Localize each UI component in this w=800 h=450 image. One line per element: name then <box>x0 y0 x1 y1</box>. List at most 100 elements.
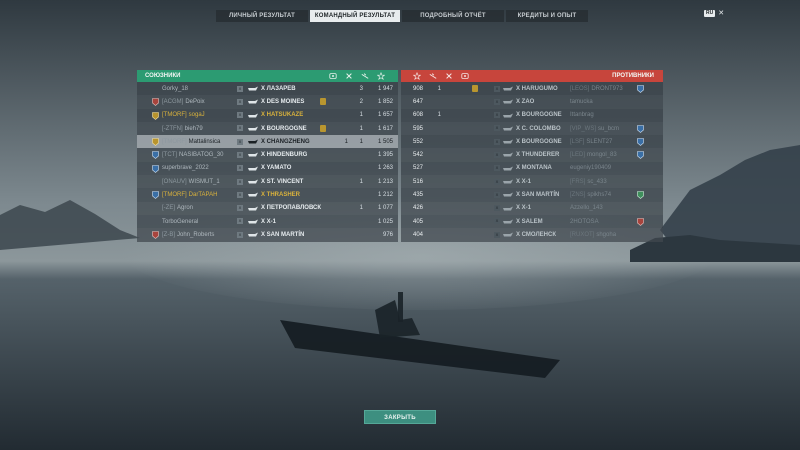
base-xp-score: 1 617 <box>377 125 393 132</box>
enemy-row[interactable]: 542 X X THUNDERER [LED] mongol_83 <box>401 148 663 161</box>
ship-name: X ЛАЗАРЕВ <box>261 85 296 92</box>
ship-class-icon: X <box>237 98 243 105</box>
ally-row[interactable]: [ONAUV] WISMUT_1 X X ST. VINCENT 1 1 213 <box>137 175 398 188</box>
tab-credits-xp[interactable]: КРЕДИТЫ И ОПЫТ <box>506 10 588 22</box>
lang-badge[interactable]: RU <box>704 10 716 17</box>
player-name: [TCT] NASIBATOG_30 <box>162 152 223 158</box>
clan-tag: [RUXOT] <box>570 231 595 238</box>
rank-shield-icon <box>637 125 644 133</box>
planes-destroyed: 1 <box>359 138 363 145</box>
base-xp-score: 1 212 <box>377 192 393 199</box>
ally-row[interactable]: [Z-B] John_Roberts X X SAN MARTÍN 976 <box>137 228 398 241</box>
planes-destroyed: 2 <box>359 98 363 105</box>
star-icon <box>409 71 425 80</box>
achievement-icon <box>472 85 478 92</box>
player-nickname: Gorky_18 <box>162 85 189 92</box>
clan-tag: [FRS] <box>570 178 586 185</box>
player-name: [RUXOT] shgoha <box>570 232 616 238</box>
ship-class-icon: X <box>494 205 500 212</box>
player-name: tamucka <box>570 99 593 105</box>
ship-class-icon: X <box>494 191 500 198</box>
star-icon <box>373 71 389 80</box>
ally-row[interactable]: [TMORF] Mattalinsica X X CHANGZHENG 1 1 1 505 <box>137 135 398 149</box>
ship-class-icon: X <box>494 125 500 132</box>
enemy-row[interactable]: 405 X X SALEM 2HOTOSA <box>401 215 663 228</box>
ally-row[interactable]: [ACGM] DePoix X X DES MOINES 2 1 852 <box>137 95 398 108</box>
base-xp-score: 1 395 <box>377 152 393 159</box>
ship-kill-icon <box>341 72 357 80</box>
enemy-row[interactable]: 908 1 X X HARUGUMO [LEOS] DRONT973 <box>401 82 663 95</box>
ship-name: X MONTANA <box>516 165 552 172</box>
base-xp-score: 1 213 <box>377 178 393 185</box>
ship-type-icon <box>503 139 513 144</box>
player-name: TorboGeneral <box>162 219 198 225</box>
base-xp-score: 435 <box>412 192 423 199</box>
base-xp-score: 404 <box>412 231 423 238</box>
ship-class-icon: X <box>237 178 243 185</box>
ally-row[interactable]: [TCT] NASIBATOG_30 X X HINDENBURG 1 395 <box>137 148 398 161</box>
player-name: [FRS] sc_433 <box>570 179 607 185</box>
clan-tag: [LED] <box>570 152 586 159</box>
ship-class-icon: X <box>237 151 243 158</box>
ship-class-icon: X <box>494 151 500 158</box>
ship-name: X ST. VINCENT <box>261 178 304 185</box>
ally-row[interactable]: [TMORF] DarTAPAH X X THRASHER 1 212 <box>137 188 398 201</box>
ally-row[interactable]: [TMORF] sogaJ X X HATSUKAZE 1 1 657 <box>137 109 398 122</box>
player-name: [ACGM] DePoix <box>162 99 205 105</box>
ally-row[interactable]: Gorky_18 X X ЛАЗАРЕВ 3 1 947 <box>137 82 398 95</box>
ship-class-icon: X <box>494 231 500 238</box>
ally-row[interactable]: [-ZTFN] bieh79 X X BOURGOGNE 1 1 617 <box>137 122 398 135</box>
enemy-row[interactable]: 647 X X ZAO tamucka <box>401 95 663 108</box>
enemy-row[interactable]: 527 X X MONTANA eugeniy190409 <box>401 162 663 175</box>
tab-detailed-report[interactable]: ПОДРОБНЫЙ ОТЧЁТ <box>402 10 504 22</box>
rank-shield-icon <box>152 111 159 120</box>
ally-row[interactable]: [-ZE] Agron X X ПЕТРОПАВЛОВСК 1 1 077 <box>137 202 398 215</box>
tab-personal-result[interactable]: ЛИЧНЫЙ РЕЗУЛЬТАТ <box>216 10 308 22</box>
ally-row[interactable]: TorboGeneral X X X-1 1 025 <box>137 215 398 228</box>
player-nickname: Mattalinsica <box>188 138 221 145</box>
enemy-row[interactable]: 552 X X BOURGOGNE [LSF] SLENT27 <box>401 135 663 148</box>
enemies-list: 908 1 X X HARUGUMO [LEOS] DRONT973 647 X X ZAO ta… <box>401 82 663 242</box>
rank-shield-icon <box>637 151 644 160</box>
achievement-icon <box>320 98 326 106</box>
base-xp-score: 608 <box>412 112 423 119</box>
ship-type-icon <box>503 99 513 104</box>
player-nickname: Azzello_143 <box>570 205 603 212</box>
ship-type-icon <box>248 152 258 157</box>
player-name: [LSF] SLENT27 <box>570 139 612 145</box>
enemy-row[interactable]: 435 X X SAN MARTÍN [ZNS] spikhs74 <box>401 188 663 201</box>
clan-tag: [-ZTFN] <box>162 125 183 132</box>
enemy-row[interactable]: 608 1 X X BOURGOGNE Ittanbrag <box>401 109 663 122</box>
player-nickname: Ittanbrag <box>570 112 594 119</box>
enemy-row[interactable]: 516 X X X-1 [FRS] sc_433 <box>401 175 663 188</box>
ship-name: X BOURGOGNE <box>516 112 562 119</box>
clan-tag: [TMORF] <box>162 112 187 119</box>
close-button[interactable]: ЗАКРЫТЬ <box>364 410 436 424</box>
ship-class-icon: X <box>237 231 243 238</box>
enemy-row[interactable]: 404 X X СМОЛЕНСК [RUXOT] shgoha <box>401 228 663 241</box>
base-xp-score: 1 263 <box>377 165 393 172</box>
player-nickname: bieh79 <box>184 125 203 132</box>
player-name: [VIP_WS] su_bcm <box>570 126 619 132</box>
clan-tag: [-ZE] <box>162 205 175 212</box>
ally-row[interactable]: superbrave_2022 X X YAMATO 1 263 <box>137 162 398 175</box>
planes-destroyed: 1 <box>437 85 441 92</box>
ship-type-icon <box>503 86 513 91</box>
clan-tag: [LEOS] <box>570 85 590 92</box>
enemy-row[interactable]: 595 X X C. COLOMBO [VIP_WS] su_bcm <box>401 122 663 135</box>
ship-name: X THUNDERER <box>516 152 560 159</box>
ship-type-icon <box>248 126 258 131</box>
ship-name: X C. COLOMBO <box>516 125 561 132</box>
ship-name: X СМОЛЕНСК <box>516 231 556 238</box>
ship-name: X HARUGUMO <box>516 85 558 92</box>
tab-team-result[interactable]: КОМАНДНЫЙ РЕЗУЛЬТАТ <box>310 10 400 22</box>
player-name: Gorky_18 <box>162 86 188 92</box>
ship-type-icon <box>503 126 513 131</box>
ship-class-icon: X <box>237 112 243 119</box>
enemy-row[interactable]: 426 X X X-1 Azzello_143 <box>401 202 663 215</box>
planes-destroyed: 1 <box>359 112 363 119</box>
base-xp-score: 1 025 <box>377 218 393 225</box>
allies-column-icons <box>325 71 389 80</box>
close-icon[interactable]: ✕ <box>718 10 724 17</box>
base-xp-score: 908 <box>412 85 423 92</box>
